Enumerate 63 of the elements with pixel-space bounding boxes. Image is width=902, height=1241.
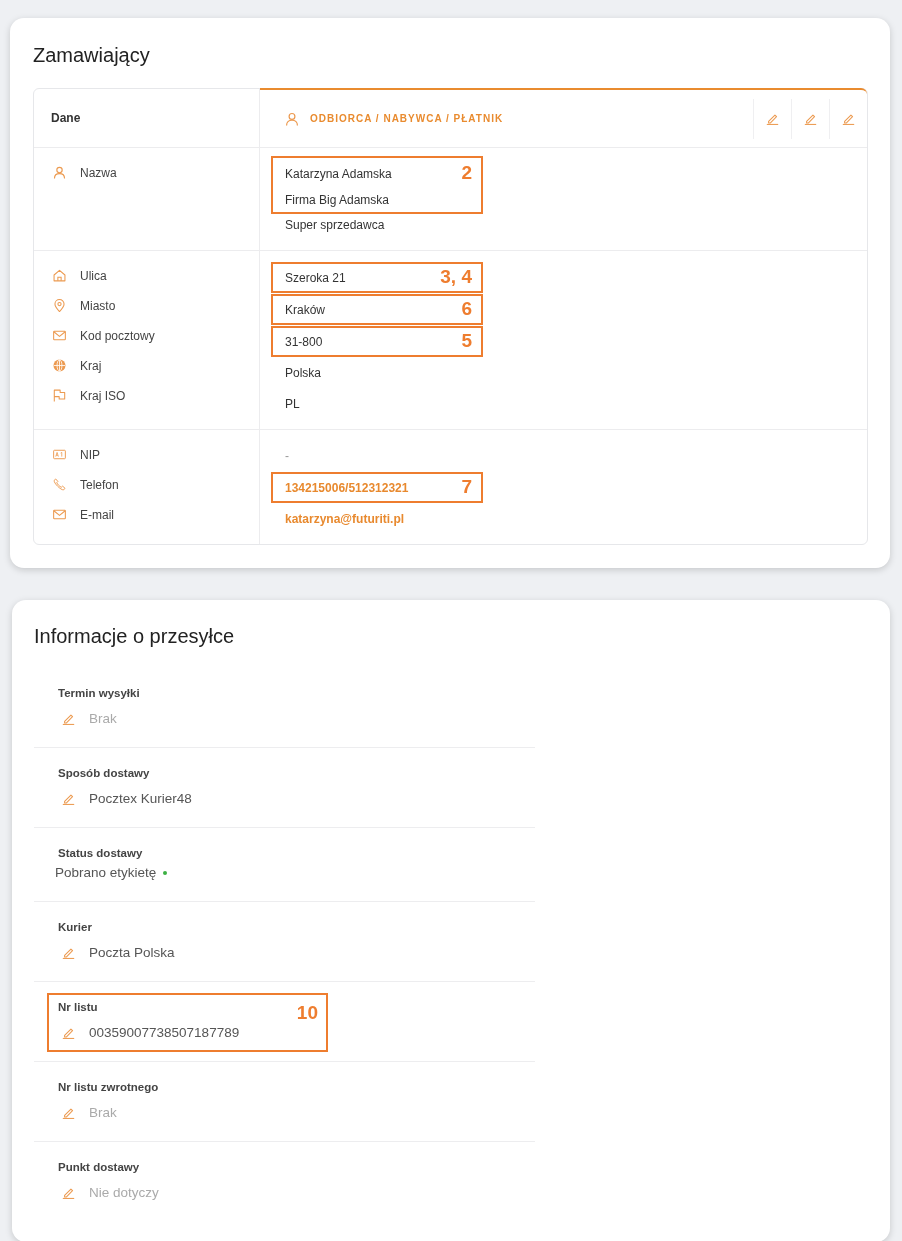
pencil-icon[interactable] (62, 946, 75, 959)
role-title: ODBIORCA / NABYWCA / PŁATNIK (310, 112, 504, 126)
person-icon (285, 111, 299, 126)
field-value: - (285, 448, 289, 463)
field-value: Szeroka 21 (285, 270, 346, 285)
field-value: Brak (89, 709, 117, 728)
field-label: Nazwa (80, 164, 117, 182)
field-label: Punkt dostawy (58, 1159, 140, 1175)
status-value: Pobrano etykietę (55, 863, 157, 882)
card-title: Zamawiający (33, 43, 150, 68)
field-label: Ulica (80, 267, 107, 285)
location-pin-icon (53, 299, 66, 312)
field-value: 31-800 (285, 334, 323, 349)
field-label: Telefon (80, 476, 119, 494)
pencil-icon[interactable] (62, 1186, 75, 1199)
field-label: E-mail (80, 506, 114, 524)
field-value: Pocztex Kurier48 (89, 789, 192, 808)
pencil-icon[interactable] (62, 792, 75, 805)
id-card-icon (53, 448, 66, 461)
flag-icon (53, 389, 66, 402)
field-value: Polska (285, 365, 322, 380)
pencil-icon[interactable] (62, 1026, 75, 1039)
field-value: Kraków (285, 302, 325, 317)
pencil-icon[interactable] (62, 712, 75, 725)
envelope-icon (53, 508, 66, 521)
field-label: Kod pocztowy (80, 327, 155, 345)
callout-number: 2 (461, 161, 473, 185)
field-value: PL (285, 396, 300, 411)
field-value: Super sprzedawca (285, 218, 385, 232)
card-title: Informacje o przesyłce (34, 623, 235, 649)
callout-number: 3, 4 (440, 264, 473, 289)
field-label: Nr listu zwrotnego (58, 1079, 159, 1095)
field-label: Termin wysyłki (58, 685, 140, 701)
pencil-icon[interactable] (804, 112, 817, 125)
callout-number: 5 (461, 328, 473, 353)
field-value: Firma Big Adamska (285, 192, 390, 207)
envelope-icon (53, 329, 66, 342)
pencil-icon[interactable] (62, 1106, 75, 1119)
field-label: Kraj (80, 357, 102, 375)
house-icon (53, 269, 66, 282)
field-label: NIP (80, 446, 100, 464)
field-value: Nie dotyczy (89, 1183, 159, 1202)
person-icon (53, 166, 66, 180)
callout-number: 10 (296, 1000, 319, 1025)
field-label: Status dostawy (58, 845, 143, 861)
pencil-icon[interactable] (842, 112, 855, 125)
column-header: Dane (51, 110, 81, 127)
contact-link[interactable]: 134215006/512312321 (285, 475, 409, 501)
field-label: Miasto (80, 297, 116, 315)
field-value: Katarzyna Adamska (285, 167, 392, 181)
pencil-icon[interactable] (766, 112, 779, 125)
field-value: Brak (89, 1103, 117, 1122)
phone-icon (53, 478, 66, 491)
field-label: Nr listu (58, 999, 98, 1015)
field-label: Kraj ISO (80, 387, 126, 405)
field-label: Sposób dostawy (58, 765, 150, 781)
callout-number: 6 (461, 296, 473, 321)
field-label: Kurier (58, 919, 92, 935)
callout-number: 7 (461, 474, 473, 499)
contact-link[interactable]: katarzyna@futuriti.pl (285, 503, 405, 534)
field-value: 00359007738507187789 (89, 1023, 240, 1042)
globe-icon (53, 359, 66, 372)
field-value: Poczta Polska (89, 943, 175, 962)
